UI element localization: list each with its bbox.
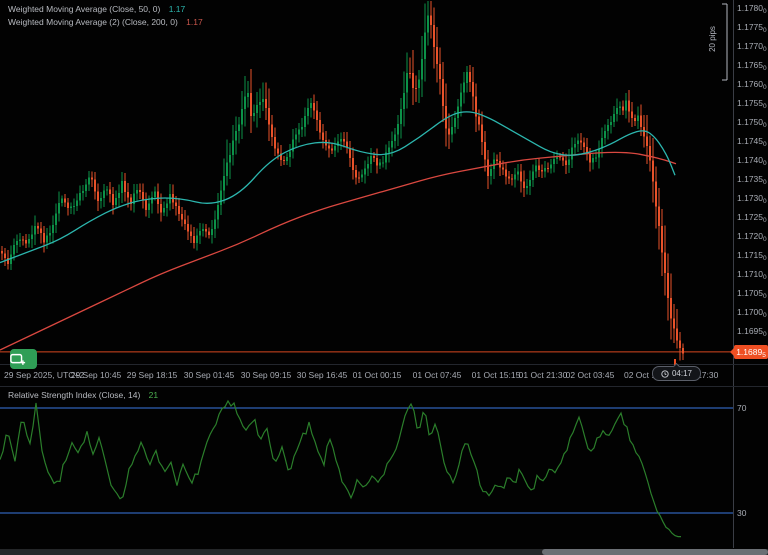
price-axis-tick: 1.17250	[737, 212, 767, 222]
price-axis-tick: 1.17150	[737, 250, 767, 260]
h-scrollbar-track[interactable]	[0, 549, 768, 555]
time-axis-label: 30 Sep 01:45	[184, 370, 235, 380]
panel-plus-icon	[10, 353, 26, 366]
time-axis-label: 29 Sep 10:45	[71, 370, 122, 380]
price-axis[interactable]: 1.17800 1.17750 1.17700 1.17650 1.17600 1.175…	[734, 0, 768, 364]
rsi-axis-tick: 30	[737, 508, 746, 518]
price-axis-tick: 1.16950	[737, 326, 767, 336]
time-axis-label: 01 Oct 07:45	[413, 370, 462, 380]
indicator-legend-wma200[interactable]: Weighted Moving Average (2) (Close, 200,…	[8, 16, 203, 29]
time-axis-label: 01 Oct 21:30	[519, 370, 568, 380]
time-axis-label: 01 Oct 00:15	[353, 370, 402, 380]
indicator-value: 1.17	[169, 4, 186, 14]
price-axis-tick: 1.17050	[737, 288, 767, 298]
main-legend[interactable]: Weighted Moving Average (Close, 50, 0) 1…	[8, 3, 203, 29]
measure-label: 20 pips	[708, 26, 717, 52]
rsi-pane[interactable]	[0, 386, 768, 548]
time-axis-label: 01 Oct 15:15	[472, 370, 521, 380]
time-axis-label: 30 Sep 16:45	[297, 370, 348, 380]
price-axis-tick: 1.17350	[737, 174, 767, 184]
price-axis-tick: 1.17800	[737, 3, 767, 13]
indicator-value: 21	[149, 390, 158, 400]
price-axis-tick: 1.17650	[737, 60, 767, 70]
rsi-axis[interactable]: 70 30	[734, 386, 768, 546]
main-price-pane[interactable]: 20 pips	[0, 0, 768, 364]
pane-separator	[0, 386, 768, 387]
price-axis-tick: 1.17200	[737, 231, 767, 241]
price-axis-tick: 1.17750	[737, 22, 767, 32]
rsi-level-lines	[0, 408, 733, 513]
countdown-time: 04:17	[672, 369, 692, 378]
indicator-label: Relative Strength Index (Close, 14)	[8, 390, 140, 400]
price-axis-tick: 1.17000	[737, 307, 767, 317]
price-axis-tick: 1.17500	[737, 117, 767, 127]
time-axis-label: 30 Sep 09:15	[241, 370, 292, 380]
candlestick-series	[1, 1, 684, 360]
indicator-label: Weighted Moving Average (2) (Close, 200,…	[8, 17, 178, 27]
indicator-value: 1.17	[186, 17, 203, 27]
rsi-legend[interactable]: Relative Strength Index (Close, 14) 21	[8, 389, 158, 402]
chart-app: 20 pips Weighted Moving Average (Close, …	[0, 0, 768, 555]
rsi-axis-tick: 70	[737, 403, 746, 413]
last-price-subdigit: 5	[762, 352, 766, 359]
price-axis-tick: 1.17600	[737, 79, 767, 89]
time-axis-label: 29 Sep 18:15	[127, 370, 178, 380]
time-axis-label: 02 Oct 03:45	[566, 370, 615, 380]
open-trading-panel-button[interactable]	[10, 349, 37, 369]
rsi-line	[0, 401, 681, 537]
price-axis-tick: 1.17450	[737, 136, 767, 146]
price-axis-tick: 1.17550	[737, 98, 767, 108]
clock-icon	[661, 370, 669, 378]
price-axis-tick: 1.17300	[737, 193, 767, 203]
measure-bracket[interactable]: 20 pips	[708, 4, 727, 80]
indicator-label: Weighted Moving Average (Close, 50, 0)	[8, 4, 160, 14]
indicator-legend-wma50[interactable]: Weighted Moving Average (Close, 50, 0) 1…	[8, 3, 203, 16]
price-axis-tick: 1.17100	[737, 269, 767, 279]
price-axis-tick: 1.17700	[737, 41, 767, 51]
bar-countdown-bubble: 04:17	[652, 366, 701, 381]
wma200-line	[0, 152, 676, 350]
last-price-label: 1.16895	[734, 345, 768, 359]
price-axis-tick: 1.17400	[737, 155, 767, 165]
last-price-value: 1.1689	[736, 347, 762, 357]
h-scrollbar-thumb[interactable]	[542, 549, 768, 555]
